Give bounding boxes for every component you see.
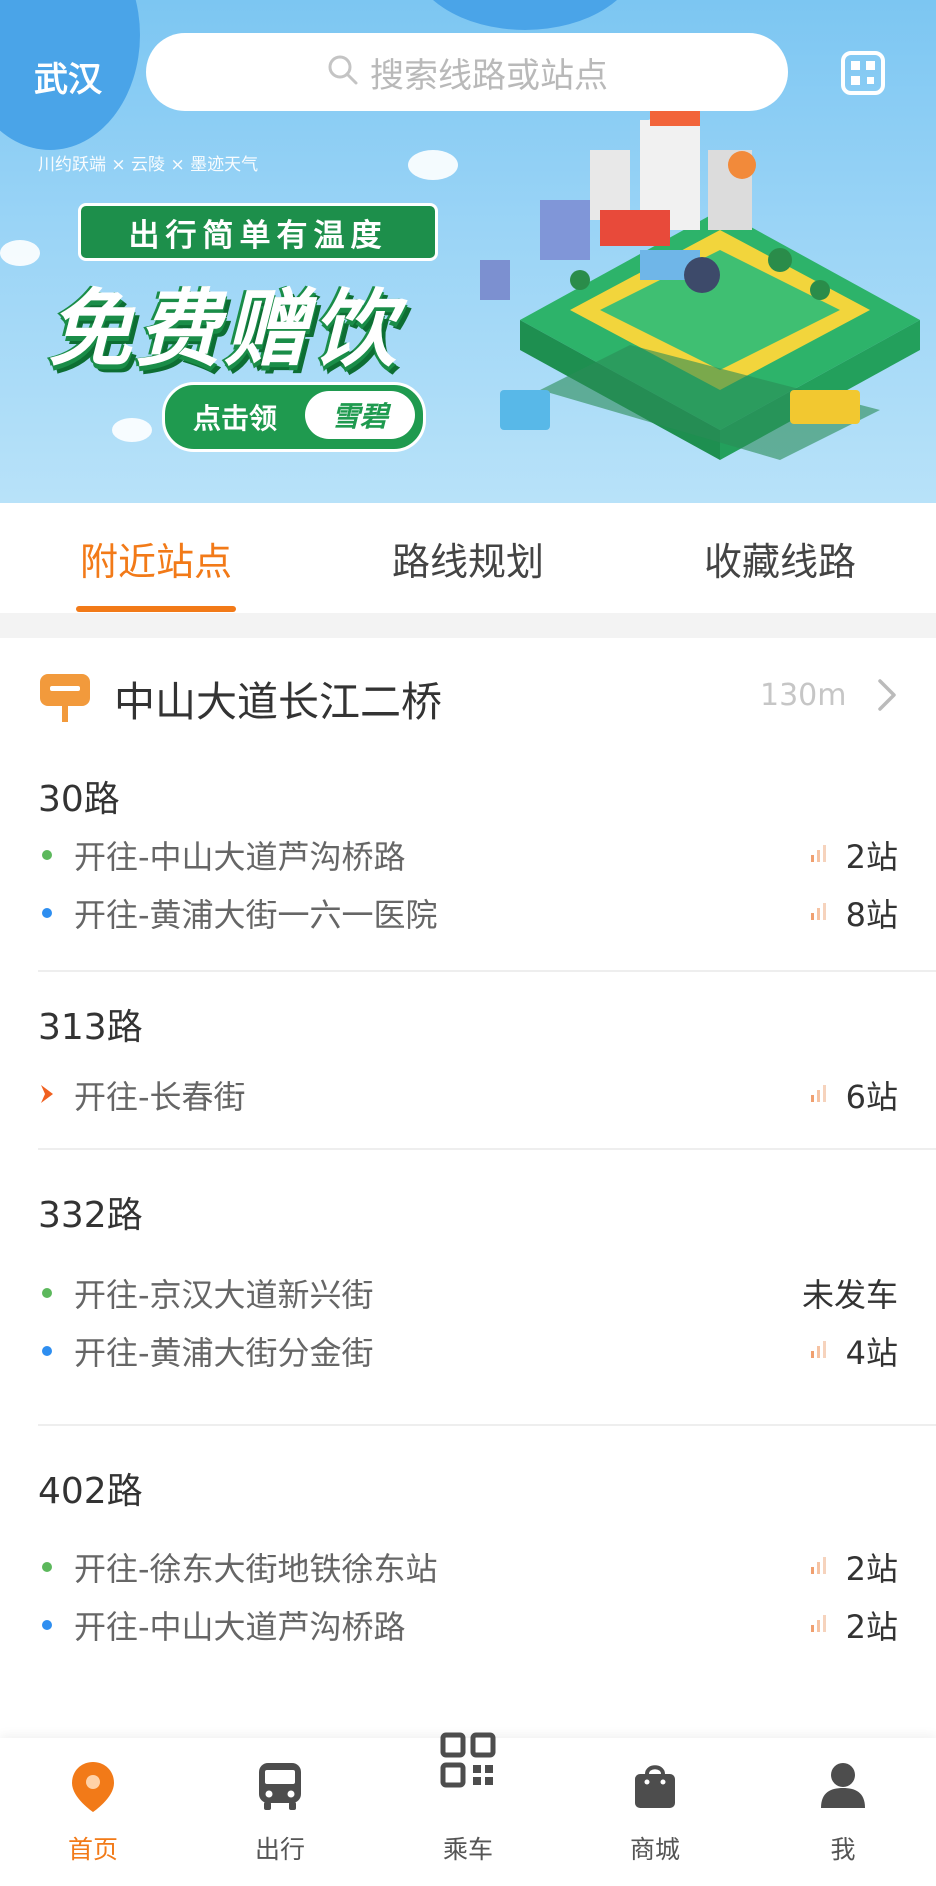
nav-label: 商城 (629, 1835, 680, 1864)
signal-icon (811, 1615, 826, 1632)
signal-icon (811, 845, 826, 862)
stops-away: 2站 (845, 838, 898, 876)
direction-text: 开往-黄浦大街一六一医院 (74, 896, 438, 934)
route-name: 30路 (38, 779, 120, 820)
nav-label: 出行 (254, 1835, 305, 1864)
stop-header[interactable]: 中山大道长江二桥 130m (0, 638, 936, 758)
city-name: 武汉 (34, 60, 102, 100)
banner-cloud (0, 240, 40, 266)
stop-name: 中山大道长江二桥 (114, 678, 442, 726)
active-tab-indicator (76, 606, 236, 612)
signal-icon (811, 1085, 826, 1102)
route-direction-row[interactable]: 开往-中山大道芦沟桥路 2站 (38, 1594, 898, 1654)
chevron-right-icon (878, 679, 896, 711)
tab-label: 附近站点 (79, 539, 232, 584)
tab-bar: 附近站点 路线规划 收藏线路 (0, 503, 936, 613)
shopping-bag-icon (635, 1765, 675, 1808)
bus-stop-sign-icon (40, 674, 90, 722)
nav-label: 我 (830, 1835, 856, 1864)
signal-icon (811, 1341, 826, 1358)
location-pin-icon (72, 1762, 114, 1812)
tab-label: 路线规划 (391, 539, 544, 584)
route-direction-row[interactable]: 开往-中山大道芦沟桥路 2站 (38, 824, 898, 884)
route-direction-row[interactable]: 开往-长春街 6站 (38, 1064, 898, 1124)
banner-slogan: 出行简单有温度 (78, 203, 438, 261)
banner-bubble (410, 0, 640, 30)
promo-banner[interactable]: 川约跃端 × 云陵 × 墨迹天气 出行简单有温度 免费赠饮 点击领 雪碧 武汉 (0, 0, 936, 503)
banner-cloud (112, 418, 152, 442)
claim-button[interactable]: 点击领 雪碧 (162, 382, 426, 452)
current-arrow-icon (41, 1085, 53, 1103)
bottom-navigation: 首页 出行 乘车 商城 我 (0, 1732, 936, 1886)
nearby-stop-card: 中山大道长江二桥 130m 30路 开往-中山大道芦沟桥路 2站 开往-黄浦大街… (0, 638, 936, 1738)
direction-dot (42, 1562, 52, 1572)
nav-label: 乘车 (442, 1835, 493, 1864)
tab-label: 收藏线路 (703, 539, 856, 584)
stops-away: 2站 (845, 1550, 898, 1588)
direction-text: 开往-长春街 (74, 1078, 246, 1116)
direction-dot (42, 1288, 52, 1298)
search-placeholder: 搜索线路或站点 (370, 55, 608, 96)
route-name: 332路 (38, 1195, 143, 1236)
tab-route-planning[interactable]: 路线规划 (312, 503, 624, 613)
direction-dot (42, 1346, 52, 1356)
direction-text: 开往-中山大道芦沟桥路 (74, 838, 406, 876)
nav-home[interactable]: 首页 (18, 1738, 168, 1886)
qr-code-icon (440, 1732, 496, 1788)
signal-icon (811, 1557, 826, 1574)
route-card[interactable]: 402路 开往-徐东大街地铁徐东站 2站 开往-中山大道芦沟桥路 2站 (0, 1426, 936, 1738)
direction-dot (42, 850, 52, 860)
user-icon (821, 1763, 865, 1808)
route-direction-row[interactable]: 开往-京汉大道新兴街 未发车 (38, 1262, 898, 1322)
stops-away: 2站 (845, 1608, 898, 1646)
direction-dot (42, 908, 52, 918)
route-direction-row[interactable]: 开往-徐东大街地铁徐东站 2站 (38, 1536, 898, 1596)
route-card[interactable]: 313路 开往-长春街 6站 (0, 972, 936, 1142)
route-direction-row[interactable]: 开往-黄浦大街一六一医院 8站 (38, 882, 898, 942)
partner-logos: 川约跃端 × 云陵 × 墨迹天气 (38, 155, 259, 175)
stops-away: 4站 (845, 1334, 898, 1372)
direction-text: 开往-徐东大街地铁徐东站 (74, 1550, 438, 1588)
city-selector[interactable]: 武汉 (34, 52, 102, 101)
route-name: 402路 (38, 1471, 143, 1512)
bus-icon (259, 1763, 301, 1810)
nav-travel[interactable]: 出行 (205, 1738, 355, 1886)
direction-dot (42, 1620, 52, 1630)
tab-favorite-routes[interactable]: 收藏线路 (624, 503, 936, 613)
search-input[interactable]: 搜索线路或站点 (146, 33, 788, 111)
stops-away: 8站 (845, 896, 898, 934)
banner-headline: 免费赠饮 (48, 280, 401, 378)
signal-icon (811, 903, 826, 920)
stop-distance: 130m (760, 678, 847, 713)
nav-label: 首页 (67, 1835, 118, 1864)
banner-cloud (408, 150, 458, 180)
stops-away: 6站 (845, 1078, 898, 1116)
direction-text: 开往-黄浦大街分金街 (74, 1334, 374, 1372)
route-card[interactable]: 30路 开往-中山大道芦沟桥路 2站 开往-黄浦大街一六一医院 8站 (0, 758, 936, 934)
city-illustration (480, 100, 920, 460)
search-icon (326, 53, 360, 91)
claim-label: 点击领 (193, 402, 278, 435)
scan-qr-button[interactable] (840, 50, 886, 96)
nav-ride[interactable]: 乘车 (393, 1732, 543, 1886)
qr-scan-icon (841, 51, 885, 95)
route-card[interactable]: 332路 开往-京汉大道新兴街 未发车 开往-黄浦大街分金街 4站 (0, 1150, 936, 1372)
route-name: 313路 (38, 1007, 143, 1048)
nav-profile[interactable]: 我 (768, 1738, 918, 1886)
nav-mall[interactable]: 商城 (580, 1738, 730, 1886)
departure-status: 未发车 (801, 1276, 898, 1314)
direction-text: 开往-京汉大道新兴街 (74, 1276, 374, 1314)
direction-text: 开往-中山大道芦沟桥路 (74, 1608, 406, 1646)
brand-badge: 雪碧 (305, 391, 415, 439)
tab-nearby-stops[interactable]: 附近站点 (0, 503, 312, 613)
route-direction-row[interactable]: 开往-黄浦大街分金街 4站 (38, 1320, 898, 1380)
